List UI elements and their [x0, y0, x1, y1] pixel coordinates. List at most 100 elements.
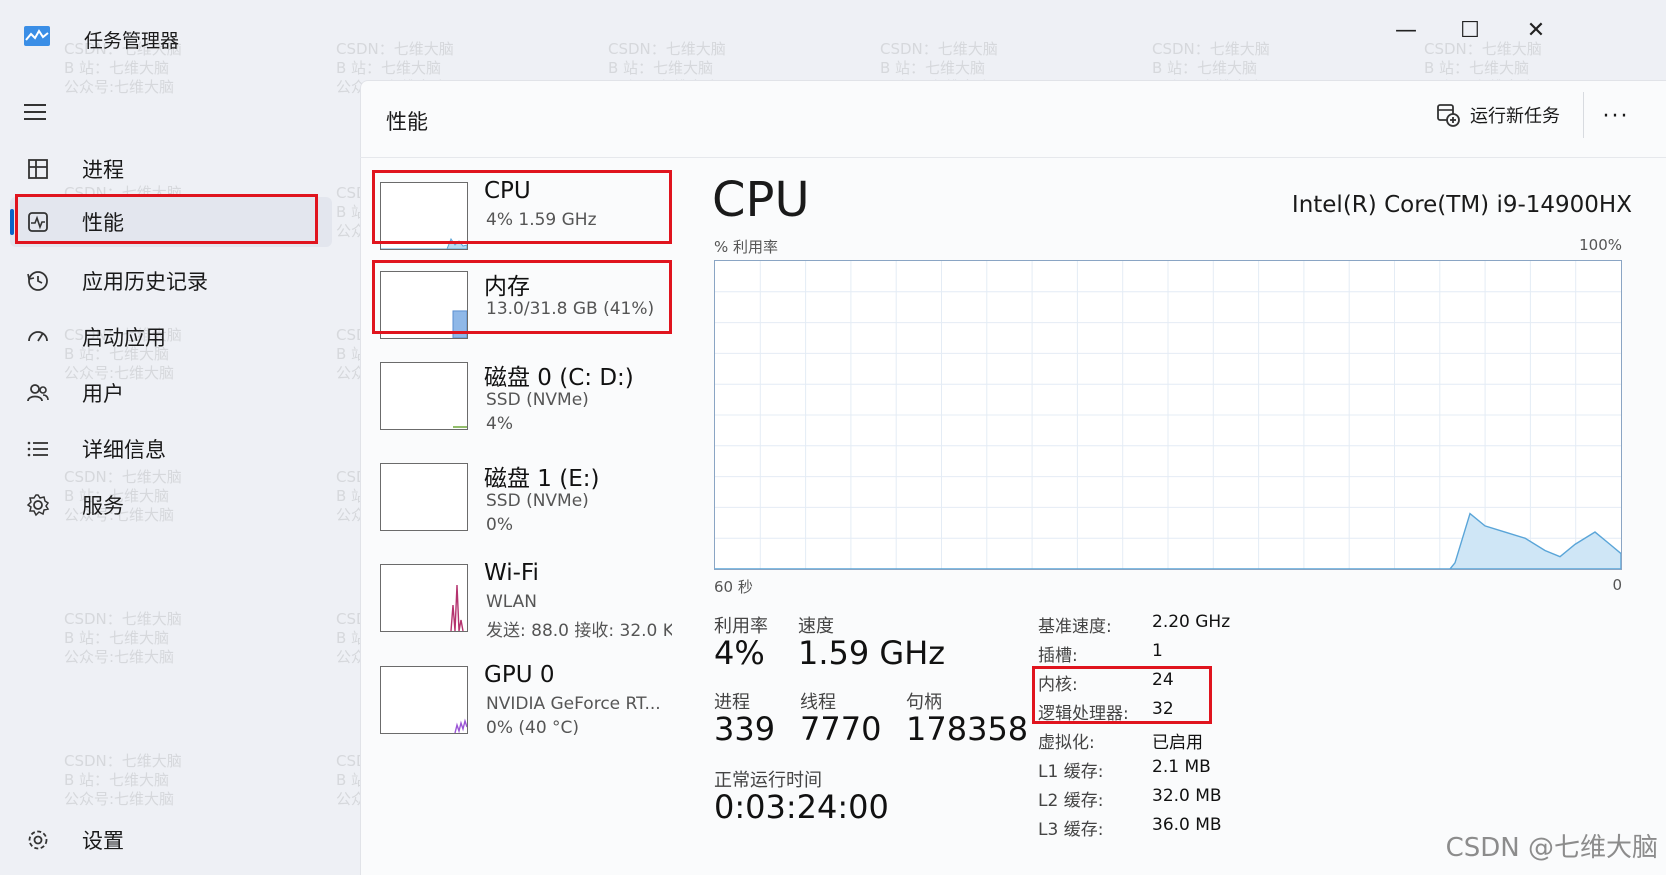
- device-sub: WLAN: [486, 592, 538, 612]
- device-sub: SSD (NVMe): [486, 491, 589, 511]
- spec-value: 36.0 MB: [1152, 815, 1222, 835]
- header-divider: [1583, 92, 1584, 138]
- services-gear-icon: [24, 491, 52, 519]
- sidebar-item-label: 用户: [82, 382, 124, 406]
- spec-value: 1: [1152, 641, 1163, 661]
- maximize-button[interactable]: ☐: [1450, 10, 1490, 50]
- device-disk-1[interactable]: 磁盘 1 (E:) SSD (NVMe) 0%: [372, 453, 662, 539]
- watermark-line: 公众号:七维大脑: [64, 648, 175, 666]
- watermark-line: B 站：七维大脑: [608, 59, 714, 77]
- memory-highlight-box: [372, 260, 672, 334]
- performance-highlight-box: [15, 194, 318, 244]
- threads-value: 7770: [800, 710, 882, 748]
- processes-icon: [24, 155, 52, 183]
- device-name: 磁盘 1 (E:): [484, 466, 600, 492]
- task-manager-app-icon: [24, 26, 50, 46]
- uptime-value: 0:03:24:00: [714, 788, 889, 826]
- device-gpu-0[interactable]: GPU 0 NVIDIA GeForce RT... 0% (40 °C): [372, 656, 662, 742]
- device-sub: SSD (NVMe): [486, 390, 589, 410]
- watermark-line: CSDN：七维大脑: [336, 40, 454, 58]
- cpu-model: Intel(R) Core(TM) i9-14900HX: [1291, 192, 1632, 218]
- watermark-line: 公众号:七维大脑: [64, 790, 175, 808]
- csdn-watermark: CSDN @七维大脑: [1445, 833, 1658, 863]
- watermark-line: B 站：七维大脑: [1424, 59, 1530, 77]
- spec-key: 基准速度:: [1038, 617, 1112, 637]
- graph-axis-label: % 利用率: [714, 238, 779, 256]
- sidebar-item-settings[interactable]: 设置: [10, 815, 332, 865]
- disk0-mini-graph: [380, 362, 468, 430]
- sidebar-item-label: 进程: [82, 158, 124, 182]
- device-sub2: 发送: 88.0 接收: 32.0 K: [486, 621, 672, 640]
- device-sub: NVIDIA GeForce RT...: [486, 694, 661, 714]
- history-icon: [24, 267, 52, 295]
- speed-value: 1.59 GHz: [798, 634, 946, 672]
- device-disk-0[interactable]: 磁盘 0 (C: D:) SSD (NVMe) 4%: [372, 352, 662, 438]
- list-icon: [24, 435, 52, 463]
- watermark-line: B 站：七维大脑: [64, 629, 170, 647]
- more-options-button[interactable]: ···: [1594, 96, 1638, 136]
- watermark-tile: CSDN：七维大脑B 站：七维大脑公众号:七维大脑: [64, 752, 182, 809]
- watermark-line: CSDN：七维大脑: [64, 752, 182, 770]
- window-title: 任务管理器: [84, 30, 180, 52]
- sidebar-item-processes[interactable]: 进程: [10, 144, 332, 194]
- sidebar-item-label: 详细信息: [82, 438, 166, 462]
- users-icon: [24, 379, 52, 407]
- sidebar-item-services[interactable]: 服务: [10, 480, 332, 530]
- watermark-line: B 站：七维大脑: [64, 59, 170, 77]
- watermark-line: B 站：七维大脑: [880, 59, 986, 77]
- sidebar-item-startup-apps[interactable]: 启动应用: [10, 312, 332, 362]
- run-task-icon: [1437, 104, 1460, 127]
- sidebar-item-details[interactable]: 详细信息: [10, 424, 332, 474]
- spec-value: 2.1 MB: [1152, 757, 1211, 777]
- device-sub2: 0%: [486, 515, 513, 535]
- device-sub2: 4%: [486, 414, 513, 434]
- disk1-mini-graph: [380, 463, 468, 531]
- cpu-detail-title: CPU: [712, 172, 810, 228]
- gauge-icon: [24, 323, 52, 351]
- spec-value: 32.0 MB: [1152, 786, 1222, 806]
- device-name: Wi-Fi: [484, 560, 539, 586]
- active-nav-indicator: [10, 209, 14, 235]
- graph-max-label: 100%: [1579, 236, 1622, 254]
- watermark-line: 公众号:七维大脑: [64, 78, 175, 96]
- settings-label: 设置: [82, 829, 124, 853]
- wifi-mini-graph: [380, 564, 468, 632]
- sidebar-item-label: 服务: [82, 494, 124, 518]
- gpu-mini-graph: [380, 666, 468, 734]
- spec-key: 虚拟化:: [1038, 733, 1095, 753]
- sidebar-item-users[interactable]: 用户: [10, 368, 332, 418]
- run-new-task-button[interactable]: 运行新任务: [1436, 102, 1560, 128]
- watermark-line: B 站：七维大脑: [64, 771, 170, 789]
- spec-key: 插槽:: [1038, 646, 1078, 666]
- watermark-line: CSDN：七维大脑: [1152, 40, 1270, 58]
- sidebar-item-app-history[interactable]: 应用历史记录: [10, 256, 332, 306]
- processes-value: 339: [714, 710, 776, 748]
- sidebar-item-label: 应用历史记录: [82, 270, 208, 294]
- watermark-line: CSDN：七维大脑: [64, 610, 182, 628]
- close-button[interactable]: ✕: [1516, 10, 1556, 50]
- graph-time-label: 60 秒: [714, 578, 753, 596]
- cpu-utilization-graph: [714, 260, 1622, 570]
- device-wifi[interactable]: Wi-Fi WLAN 发送: 88.0 接收: 32.0 K: [372, 554, 672, 640]
- settings-gear-icon: [24, 826, 52, 854]
- device-name: GPU 0: [484, 662, 555, 688]
- spec-value: 已启用: [1152, 733, 1203, 753]
- hamburger-menu-icon[interactable]: [22, 100, 48, 124]
- spec-key: L2 缓存:: [1038, 791, 1104, 811]
- graph-zero-label: 0: [1612, 576, 1622, 594]
- device-name: 磁盘 0 (C: D:): [484, 365, 634, 391]
- watermark-line: CSDN：七维大脑: [608, 40, 726, 58]
- watermark-line: B 站：七维大脑: [1152, 59, 1258, 77]
- handles-value: 178358: [906, 710, 1029, 748]
- watermark-line: B 站：七维大脑: [336, 59, 442, 77]
- spec-value: 2.20 GHz: [1152, 612, 1231, 632]
- device-sub2: 0% (40 °C): [486, 718, 580, 738]
- run-new-task-label: 运行新任务: [1470, 106, 1560, 127]
- spec-key: L3 缓存:: [1038, 820, 1104, 840]
- sidebar-item-label: 启动应用: [82, 326, 166, 350]
- cores-highlight-box: [1032, 666, 1212, 724]
- minimize-button[interactable]: —: [1386, 10, 1426, 50]
- header-separator: [360, 157, 1666, 158]
- watermark-line: CSDN：七维大脑: [880, 40, 998, 58]
- page-title: 性能: [386, 110, 428, 134]
